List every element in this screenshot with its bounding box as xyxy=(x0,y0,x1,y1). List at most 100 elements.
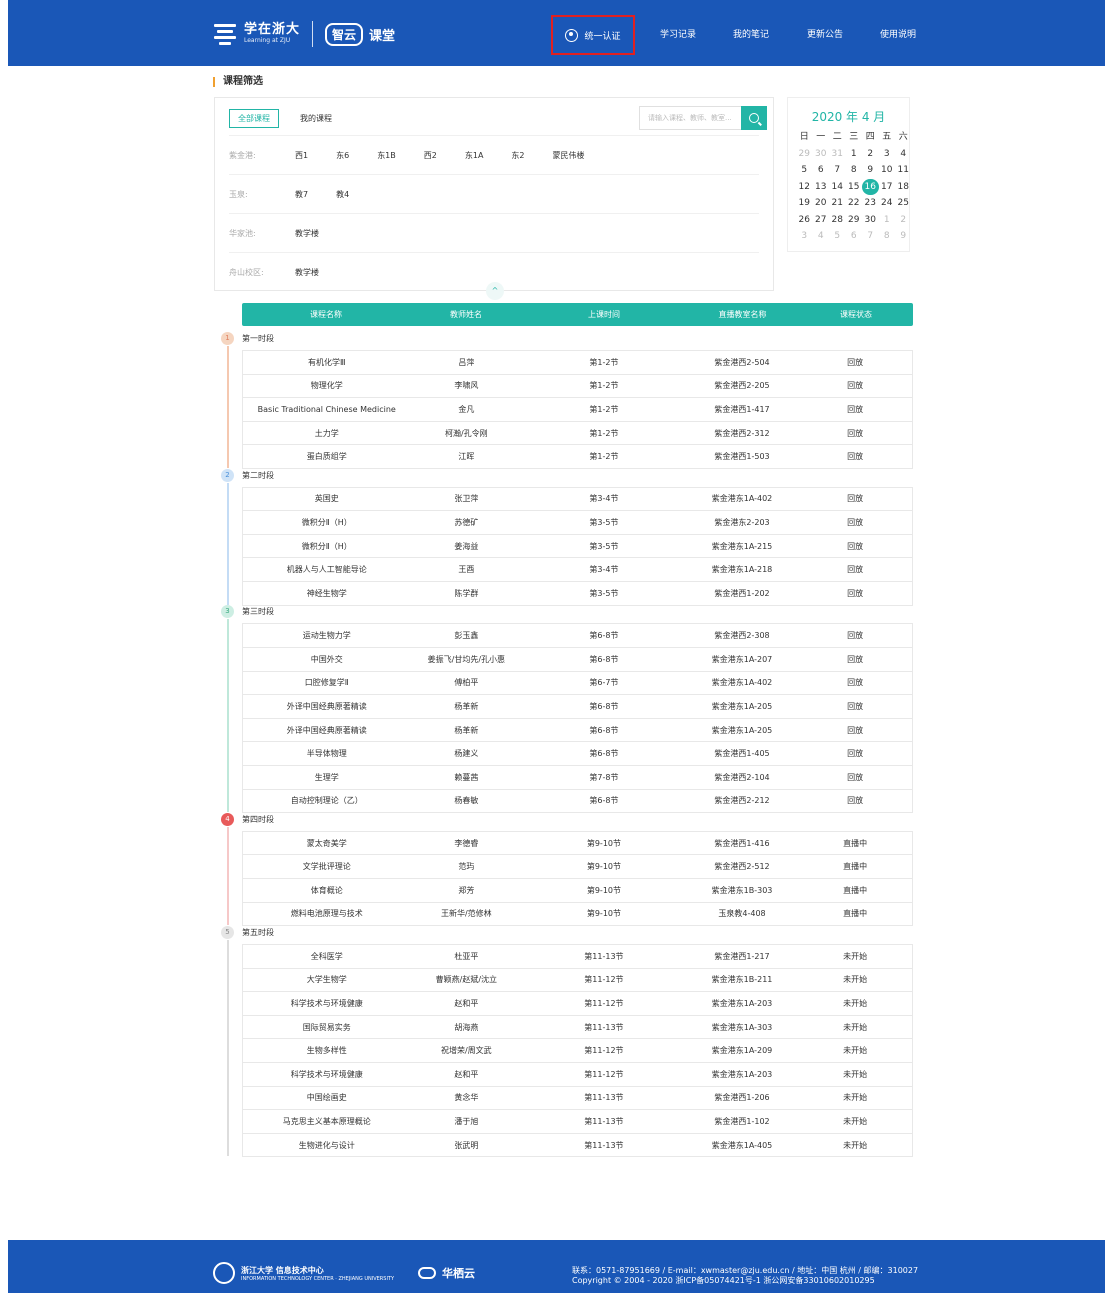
nav-user-guide[interactable]: 使用说明 xyxy=(880,27,916,40)
course-status[interactable]: 回放 xyxy=(798,517,912,528)
table-row[interactable]: 大学生物学 曹颖燕/赵斌/沈立 第11-12节 紫金港东1B-211 未开始 xyxy=(243,969,912,993)
building-option[interactable]: 东2 xyxy=(511,150,524,161)
calendar-day[interactable]: 6 xyxy=(813,162,830,179)
table-row[interactable]: 中国绘画史 黄念华 第11-13节 紫金港西1-206 未开始 xyxy=(243,1087,912,1111)
unified-auth-button[interactable]: 统一认证 xyxy=(551,15,635,55)
calendar-day[interactable]: 25 xyxy=(895,195,912,212)
building-option[interactable]: 西1 xyxy=(295,150,308,161)
search-button[interactable] xyxy=(741,106,767,130)
table-row[interactable]: 有机化学Ⅲ 吕萍 第1-2节 紫金港西2-504 回放 xyxy=(243,351,912,375)
course-status[interactable]: 回放 xyxy=(798,725,912,736)
course-status[interactable]: 未开始 xyxy=(798,1022,912,1033)
calendar-day-today[interactable]: 16 xyxy=(862,178,879,195)
tab-all-courses[interactable]: 全部课程 xyxy=(229,109,279,128)
course-status[interactable]: 回放 xyxy=(798,493,912,504)
calendar-day[interactable]: 8 xyxy=(879,228,896,245)
table-row[interactable]: 微积分Ⅱ（H） 苏德矿 第3-5节 紫金港东2-203 回放 xyxy=(243,511,912,535)
calendar-day[interactable]: 8 xyxy=(846,162,863,179)
table-row[interactable]: 神经生物学 陈学群 第3-5节 紫金港西1-202 回放 xyxy=(243,582,912,606)
building-option[interactable]: 东1B xyxy=(377,150,396,161)
table-row[interactable]: 科学技术与环境健康 赵和平 第11-12节 紫金港东1A-203 未开始 xyxy=(243,1063,912,1087)
course-status[interactable]: 回放 xyxy=(798,748,912,759)
course-status[interactable]: 未开始 xyxy=(798,998,912,1009)
building-option[interactable]: 西2 xyxy=(424,150,437,161)
calendar-day[interactable]: 3 xyxy=(796,228,813,245)
calendar-day[interactable]: 5 xyxy=(829,228,846,245)
course-status[interactable]: 回放 xyxy=(798,677,912,688)
course-status[interactable]: 回放 xyxy=(798,357,912,368)
search-input[interactable]: 请输入课程、教师、教室... xyxy=(639,106,741,130)
table-row[interactable]: 生物多样性 祝增荣/周文武 第11-12节 紫金港东1A-209 未开始 xyxy=(243,1039,912,1063)
building-option[interactable]: 东1A xyxy=(465,150,484,161)
collapse-icon[interactable]: ^ xyxy=(486,282,504,300)
nav-update-notice[interactable]: 更新公告 xyxy=(807,27,843,40)
table-row[interactable]: 科学技术与环境健康 赵和平 第11-12节 紫金港东1A-203 未开始 xyxy=(243,992,912,1016)
building-option[interactable]: 教4 xyxy=(336,189,349,200)
calendar-day[interactable]: 30 xyxy=(813,146,830,163)
calendar-day[interactable]: 21 xyxy=(829,195,846,212)
brand-logo[interactable]: 学在浙大 Learning at ZJU 智云 课堂 xyxy=(214,21,395,47)
course-status[interactable]: 回放 xyxy=(798,451,912,462)
course-status[interactable]: 直播中 xyxy=(798,838,912,849)
calendar-day[interactable]: 7 xyxy=(862,228,879,245)
course-status[interactable]: 直播中 xyxy=(798,908,912,919)
calendar-day[interactable]: 29 xyxy=(846,212,863,229)
table-row[interactable]: 口腔修复学Ⅱ 傅柏平 第6-7节 紫金港东1A-402 回放 xyxy=(243,672,912,696)
course-status[interactable]: 回放 xyxy=(798,701,912,712)
table-row[interactable]: 外译中国经典原著精读 杨革新 第6-8节 紫金港东1A-205 回放 xyxy=(243,719,912,743)
table-row[interactable]: 全科医学 杜亚平 第11-13节 紫金港西1-217 未开始 xyxy=(243,945,912,969)
tab-my-courses[interactable]: 我的课程 xyxy=(291,109,341,128)
table-row[interactable]: 燃料电池原理与技术 王新华/范修林 第9-10节 玉泉教4-408 直播中 xyxy=(243,903,912,927)
calendar-day[interactable]: 6 xyxy=(846,228,863,245)
table-row[interactable]: 英国史 张卫萍 第3-4节 紫金港东1A-402 回放 xyxy=(243,488,912,512)
calendar-day[interactable]: 19 xyxy=(796,195,813,212)
calendar-day[interactable]: 2 xyxy=(862,146,879,163)
course-status[interactable]: 回放 xyxy=(798,428,912,439)
calendar-day[interactable]: 1 xyxy=(846,146,863,163)
table-row[interactable]: 蛋白质组学 江晖 第1-2节 紫金港西1-503 回放 xyxy=(243,445,912,469)
calendar-day[interactable]: 5 xyxy=(796,162,813,179)
table-row[interactable]: 生物进化与设计 张武明 第11-13节 紫金港东1A-405 未开始 xyxy=(243,1134,912,1158)
calendar-day[interactable]: 18 xyxy=(895,179,912,196)
building-option[interactable]: 蒙民伟楼 xyxy=(553,150,585,161)
calendar-day[interactable]: 29 xyxy=(796,146,813,163)
course-status[interactable]: 未开始 xyxy=(798,1069,912,1080)
table-row[interactable]: 物理化学 李啸风 第1-2节 紫金港西2-205 回放 xyxy=(243,375,912,399)
calendar-day[interactable]: 9 xyxy=(862,162,879,179)
table-row[interactable]: Basic Traditional Chinese Medicine 金凡 第1-2… xyxy=(243,398,912,422)
building-option[interactable]: 教学楼 xyxy=(295,267,319,278)
calendar-day[interactable]: 30 xyxy=(862,212,879,229)
course-status[interactable]: 直播中 xyxy=(798,885,912,896)
course-status[interactable]: 未开始 xyxy=(798,1045,912,1056)
calendar-day[interactable]: 14 xyxy=(829,179,846,196)
calendar-day[interactable]: 1 xyxy=(879,212,896,229)
calendar-day[interactable]: 4 xyxy=(813,228,830,245)
course-status[interactable]: 未开始 xyxy=(798,1116,912,1127)
calendar-day[interactable]: 13 xyxy=(813,179,830,196)
table-row[interactable]: 机器人与人工智能导论 王酉 第3-4节 紫金港东1A-218 回放 xyxy=(243,558,912,583)
course-status[interactable]: 直播中 xyxy=(798,861,912,872)
calendar-day[interactable]: 26 xyxy=(796,212,813,229)
table-row[interactable]: 蒙太奇美学 李德睿 第9-10节 紫金港西1-416 直播中 xyxy=(243,832,912,856)
building-option[interactable]: 教7 xyxy=(295,189,308,200)
course-status[interactable]: 未开始 xyxy=(798,1092,912,1103)
calendar-day[interactable]: 9 xyxy=(895,228,912,245)
calendar-day[interactable]: 17 xyxy=(879,179,896,196)
table-row[interactable]: 体育概论 郑芳 第9-10节 紫金港东1B-303 直播中 xyxy=(243,879,912,903)
building-option[interactable]: 教学楼 xyxy=(295,228,319,239)
calendar-day[interactable]: 22 xyxy=(846,195,863,212)
calendar-day[interactable]: 3 xyxy=(879,146,896,163)
table-row[interactable]: 生理学 赖蔓茜 第7-8节 紫金港西2-104 回放 xyxy=(243,766,912,790)
course-status[interactable]: 回放 xyxy=(798,630,912,641)
calendar-day[interactable]: 7 xyxy=(829,162,846,179)
building-option[interactable]: 东6 xyxy=(336,150,349,161)
calendar-day[interactable]: 20 xyxy=(813,195,830,212)
calendar-day[interactable]: 15 xyxy=(846,179,863,196)
table-row[interactable]: 土力学 柯瀚/孔令刚 第1-2节 紫金港西2-312 回放 xyxy=(243,422,912,446)
table-row[interactable]: 微积分Ⅱ（H） 姜海益 第3-5节 紫金港东1A-215 回放 xyxy=(243,535,912,559)
course-status[interactable]: 回放 xyxy=(798,564,912,575)
course-status[interactable]: 回放 xyxy=(798,541,912,552)
calendar-day[interactable]: 10 xyxy=(879,162,896,179)
course-status[interactable]: 回放 xyxy=(798,795,912,806)
table-row[interactable]: 中国外交 姜振飞/甘均先/孔小惠 第6-8节 紫金港东1A-207 回放 xyxy=(243,648,912,672)
